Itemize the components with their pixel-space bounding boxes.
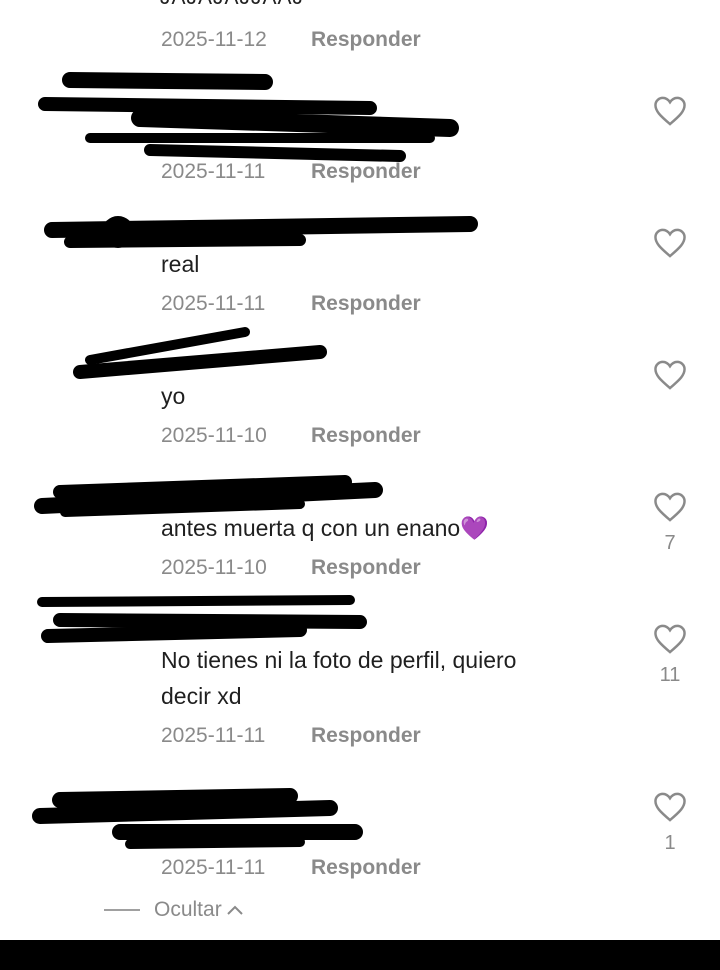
like-count: 11 [659,664,681,686]
like-count: 7 [664,532,676,554]
like-heart-icon[interactable] [652,95,688,127]
comment-meta: 2025-11-12 Responder [161,28,421,52]
comment-date: 2025-11-11 [161,856,266,879]
reply-button[interactable]: Responder [311,292,421,315]
like-heart-icon[interactable] [652,791,688,823]
like-heart-icon[interactable] [652,623,688,655]
divider-line [104,909,140,912]
chevron-up-icon [226,898,244,922]
comment-text-line-1: No tienes ni la foto de perfil, quiero [161,647,517,673]
comment-date: 2025-11-11 [161,292,266,315]
comment-meta: 2025-11-11 Responder [161,724,421,748]
reply-button[interactable]: Responder [311,424,421,447]
like-heart-icon[interactable] [652,491,688,523]
comment-date: 2025-11-11 [161,724,266,747]
bottom-bar [0,940,720,970]
like-count: 1 [664,832,676,854]
hide-replies-button[interactable]: Ocultar [104,898,244,922]
cut-comment-text: JAJAJAJJAAJ [160,0,304,10]
comment-date: 2025-11-10 [161,556,267,579]
comment-meta: 2025-11-11 Responder [161,292,421,316]
purple-heart-emoji: 💜 [460,515,489,541]
comment-date: 2025-11-10 [161,424,267,447]
like-heart-icon[interactable] [652,227,688,259]
comment-text: yo [161,383,186,409]
reply-button[interactable]: Responder [311,28,421,51]
comment-meta: 2025-11-10 Responder [161,424,421,448]
like-heart-icon[interactable] [652,359,688,391]
comment-text: real [161,251,200,277]
redaction-scribbles [32,72,478,849]
reply-button[interactable]: Responder [311,724,421,747]
reply-button[interactable]: Responder [311,160,421,183]
comment-meta: 2025-11-11 Responder [161,856,421,880]
hide-replies-label: Ocultar [154,898,222,921]
comment-text-body: antes muerta q con un enano [161,515,461,541]
comment-date: 2025-11-11 [161,160,266,183]
reply-button[interactable]: Responder [311,556,421,579]
comment-date: 2025-11-12 [161,28,267,51]
comment-text: antes muerta q con un enano💜 [161,510,489,546]
comment-meta: 2025-11-10 Responder [161,556,421,580]
comment-meta: 2025-11-11 Responder [161,160,421,184]
reply-button[interactable]: Responder [311,856,421,879]
comment-text-line-2: decir xd [161,683,242,709]
